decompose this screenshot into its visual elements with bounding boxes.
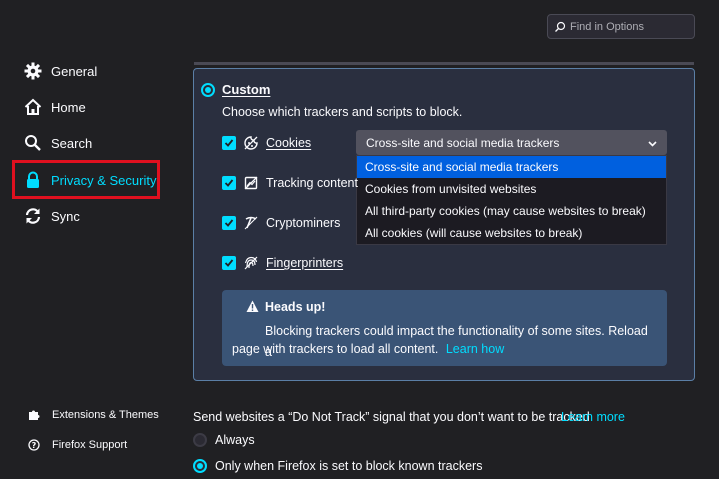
heads-up-notice: Heads up! Blocking trackers could impact… [222, 290, 667, 366]
sidebar-item-general[interactable]: General [24, 57, 97, 85]
heads-up-body-line2: page with trackers to load all content. … [232, 342, 504, 356]
tracker-label: Fingerprinters [266, 256, 344, 270]
dnt-option-only-when-blocking[interactable]: Only when Firefox is set to block known … [193, 458, 482, 474]
sidebar-item-label: Search [51, 135, 93, 151]
cookies-checkbox[interactable] [222, 136, 236, 150]
tracker-label: Cookies [266, 136, 312, 150]
custom-label: Custom [222, 82, 271, 97]
tracker-row-tracking-content: Tracking content [222, 174, 358, 192]
cryptominers-checkbox[interactable] [222, 216, 236, 230]
custom-radio[interactable] [201, 83, 215, 97]
sidebar-item-sync[interactable]: Sync [24, 202, 80, 230]
fingerprinters-checkbox[interactable] [222, 256, 236, 270]
cookie-icon [244, 136, 258, 150]
tracker-row-cookies: Cookies [222, 134, 311, 152]
lock-icon [24, 171, 42, 189]
learn-how-link[interactable]: Learn how [446, 342, 504, 356]
sidebar-item-label: Firefox Support [52, 439, 128, 451]
dnt-option-label: Always [215, 433, 255, 447]
sidebar-item-label: Sync [51, 208, 80, 224]
cookies-dropdown-list: Cross-site and social media trackers Coo… [356, 155, 667, 245]
dnt-always-radio[interactable] [193, 433, 207, 447]
sidebar: General Home Search Privacy & Security S… [0, 0, 180, 479]
search-box[interactable] [547, 14, 695, 39]
help-icon: ? [28, 439, 40, 451]
gear-icon [24, 62, 42, 80]
dropdown-option[interactable]: Cross-site and social media trackers [357, 156, 666, 178]
sidebar-item-label: Extensions & Themes [52, 409, 159, 421]
dnt-learn-more-link[interactable]: Learn more [561, 410, 625, 424]
sync-icon [24, 207, 42, 225]
cookies-select[interactable]: Cross-site and social media trackers [356, 130, 667, 155]
sidebar-item-label: Privacy & Security [51, 172, 157, 188]
sidebar-item-label: General [51, 63, 98, 79]
sidebar-item-label: Home [51, 99, 86, 115]
dnt-option-always[interactable]: Always [193, 432, 255, 448]
tracker-row-fingerprinters: Fingerprinters [222, 254, 343, 272]
chevron-down-icon [648, 136, 657, 150]
sidebar-item-search[interactable]: Search [24, 129, 92, 157]
sidebar-item-extensions-themes[interactable]: Extensions & Themes [28, 401, 159, 429]
fingerprint-icon [244, 256, 258, 270]
tracking-content-checkbox[interactable] [222, 176, 236, 190]
tracking-content-icon [244, 176, 258, 190]
heads-up-title: Heads up! [265, 300, 326, 314]
dropdown-option[interactable]: All cookies (will cause websites to brea… [357, 222, 666, 244]
heads-up-body-text: page with trackers to load all content. [232, 342, 439, 356]
puzzle-icon [28, 409, 40, 421]
home-icon [24, 98, 42, 116]
svg-text:?: ? [32, 441, 37, 450]
sidebar-item-home[interactable]: Home [24, 93, 86, 121]
cryptominer-icon [244, 216, 258, 230]
dropdown-option[interactable]: All third-party cookies (may cause websi… [357, 200, 666, 222]
dnt-option-label: Only when Firefox is set to block known … [215, 459, 483, 473]
cookies-select-value: Cross-site and social media trackers [366, 135, 560, 150]
search-input[interactable] [570, 20, 690, 33]
tracker-label: Cryptominers [266, 216, 341, 230]
warning-icon [246, 300, 259, 313]
divider [194, 62, 694, 65]
custom-blocking-panel: Custom Choose which trackers and scripts… [193, 68, 695, 381]
dnt-description: Send websites a “Do Not Track” signal th… [193, 410, 590, 424]
dnt-only-when-radio[interactable] [193, 459, 207, 473]
tracker-label: Tracking content [266, 176, 358, 190]
search-icon [554, 21, 566, 33]
search-icon [24, 134, 42, 152]
sidebar-item-firefox-support[interactable]: ? Firefox Support [28, 431, 127, 459]
dropdown-option[interactable]: Cookies from unvisited websites [357, 178, 666, 200]
sidebar-item-privacy-security[interactable]: Privacy & Security [24, 166, 156, 194]
tracker-row-cryptominers: Cryptominers [222, 214, 340, 232]
custom-description: Choose which trackers and scripts to blo… [222, 105, 463, 119]
